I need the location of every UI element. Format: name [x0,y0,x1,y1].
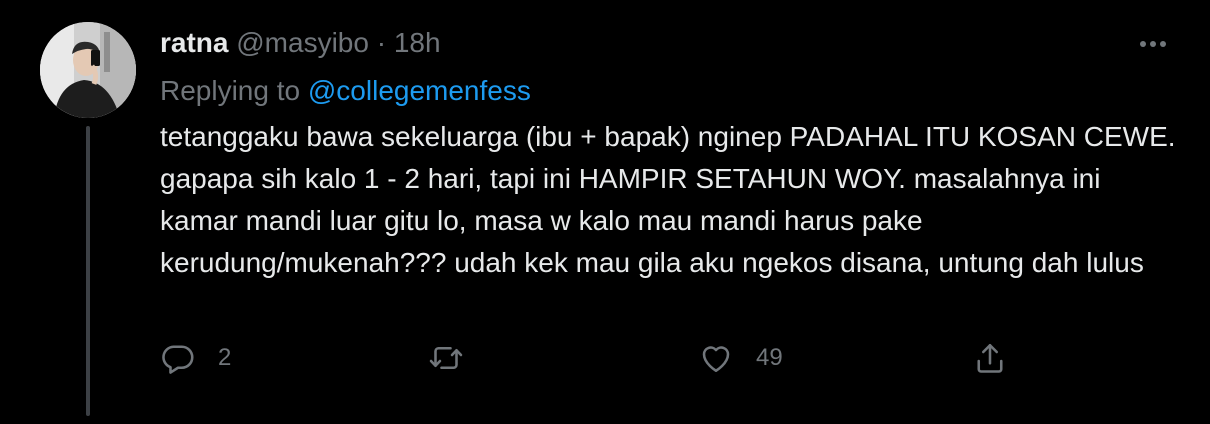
display-name[interactable]: ratna [160,27,228,58]
reply-count: 2 [218,344,232,371]
more-button[interactable] [1136,32,1170,56]
tweet[interactable]: ratna @masyibo · 18h Replying to @colleg… [0,0,1210,424]
replying-mention-link[interactable]: @collegemenfess [308,75,531,106]
avatar[interactable] [40,22,136,118]
share-icon [977,343,1003,373]
avatar-photo [40,22,136,118]
retweet-button[interactable] [428,338,486,378]
replying-to: Replying to @collegemenfess [160,74,531,108]
thread-line [86,126,90,416]
timestamp[interactable]: 18h [394,27,441,58]
replying-label: Replying to [160,75,301,106]
separator-dot: · [376,27,387,58]
tweet-text: tetanggaku bawa sekeluarga (ibu + bapak)… [160,121,1176,278]
tweet-header: ratna @masyibo · 18h [160,26,441,60]
user-handle[interactable]: @masyibo [236,27,369,58]
like-count: 49 [756,344,783,371]
reply-icon [162,345,194,374]
like-icon [702,346,730,373]
more-icon [1140,41,1166,47]
retweet-icon [429,346,463,370]
share-button[interactable] [972,338,1008,378]
reply-button[interactable]: 2 [160,338,231,378]
like-button[interactable]: 49 [698,338,783,378]
